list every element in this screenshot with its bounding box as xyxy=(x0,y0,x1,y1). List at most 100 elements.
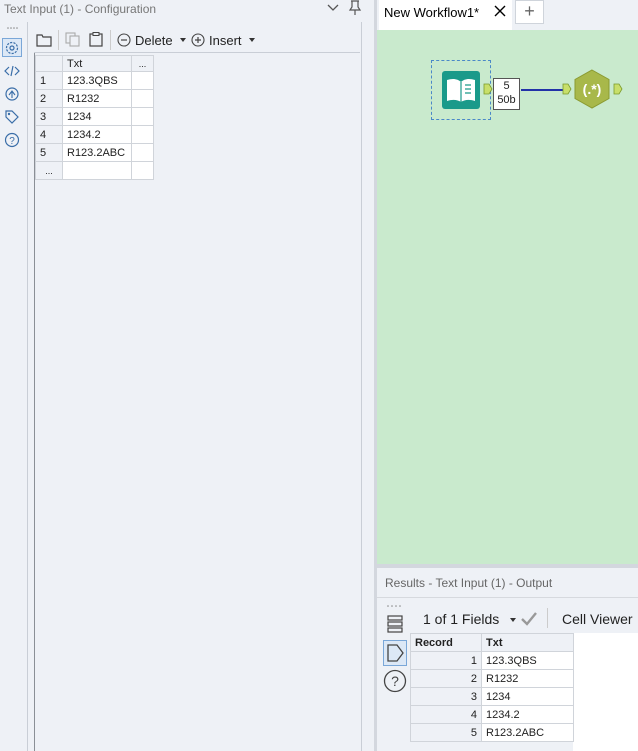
cell-viewer-dropdown[interactable]: Cell Viewer xyxy=(562,611,633,627)
table-row[interactable]: 5 R123.2ABC xyxy=(410,723,574,742)
toolbar-divider xyxy=(547,608,548,628)
config-panel-title: Text Input (1) - Configuration xyxy=(4,2,157,16)
svg-text:?: ? xyxy=(9,136,15,147)
column-header-txt[interactable]: Txt xyxy=(62,55,132,72)
input-anchor-icon[interactable] xyxy=(562,83,572,95)
chevron-down-icon[interactable] xyxy=(326,1,340,15)
table-row: 3 1234 xyxy=(35,107,154,126)
grid-cell-empty[interactable] xyxy=(131,125,154,144)
regex-tool[interactable]: (.*) xyxy=(572,69,612,109)
record-number: 4 xyxy=(410,705,482,724)
row-number-header xyxy=(35,55,63,72)
row-number: 5 xyxy=(35,143,63,162)
connection-line[interactable] xyxy=(521,89,566,91)
minus-circle-icon xyxy=(117,33,131,47)
tag-icon[interactable] xyxy=(386,643,405,663)
insert-label: Insert xyxy=(209,32,242,48)
results-grid-background xyxy=(573,633,638,751)
help-icon[interactable]: ? xyxy=(383,669,407,693)
annotation-icon[interactable] xyxy=(4,86,20,102)
grid-cell[interactable]: 1234.2 xyxy=(62,125,132,144)
workflow-canvas[interactable] xyxy=(377,30,638,564)
record-number: 5 xyxy=(410,723,482,742)
column-header-txt[interactable]: Txt xyxy=(481,633,574,652)
table-row[interactable]: 1 123.3QBS xyxy=(410,651,574,670)
plus-circle-icon xyxy=(191,33,205,47)
fields-label: 1 of 1 Fields xyxy=(423,611,500,627)
help-icon[interactable]: ? xyxy=(4,132,20,148)
clipboard-icon[interactable] xyxy=(89,32,103,47)
copy-icon[interactable] xyxy=(65,32,80,47)
fields-dropdown[interactable]: 1 of 1 Fields xyxy=(423,611,517,627)
output-anchor-icon[interactable] xyxy=(613,83,623,95)
delete-button[interactable]: Delete xyxy=(117,31,187,49)
code-icon[interactable] xyxy=(4,63,20,79)
table-row: 1 123.3QBS xyxy=(35,71,154,90)
tab-label: New Workflow1* xyxy=(384,5,480,20)
delete-label: Delete xyxy=(135,32,173,48)
grid-header-row: Txt ... xyxy=(35,55,154,72)
cell-value[interactable]: R123.2ABC xyxy=(481,723,574,742)
toolbar-divider xyxy=(110,30,111,50)
record-number: 3 xyxy=(410,687,482,706)
folder-icon[interactable] xyxy=(36,32,52,47)
book-icon xyxy=(442,71,480,109)
row-number: 3 xyxy=(35,107,63,126)
grid-cell-empty[interactable] xyxy=(131,143,154,162)
row-number: 2 xyxy=(35,89,63,108)
insert-button[interactable]: Insert xyxy=(191,31,256,49)
check-icon[interactable] xyxy=(520,611,538,626)
row-number: 4 xyxy=(35,125,63,144)
grid-cell-empty[interactable] xyxy=(131,89,154,108)
table-row[interactable]: 3 1234 xyxy=(410,687,574,706)
gear-icon[interactable] xyxy=(4,40,20,56)
cell-value[interactable]: R1232 xyxy=(481,669,574,688)
add-tab-button[interactable]: + xyxy=(515,0,544,24)
table-row: 4 1234.2 xyxy=(35,125,154,144)
record-count: 5 xyxy=(503,80,510,92)
cell-value[interactable]: 1234 xyxy=(481,687,574,706)
cell-viewer-label: Cell Viewer xyxy=(562,611,633,627)
dropdown-arrow-icon xyxy=(510,618,517,623)
results-header-row: Record Txt xyxy=(410,633,574,652)
text-input-grid: Txt ... 1 123.3QBS 2 R1232 3 1234 4 1234… xyxy=(35,55,154,180)
results-title: Results - Text Input (1) - Output xyxy=(385,576,553,590)
results-title-separator xyxy=(377,597,638,598)
grid-cell-empty[interactable] xyxy=(131,107,154,126)
pin-icon[interactable] xyxy=(348,0,362,16)
table-row: 5 R123.2ABC xyxy=(35,143,154,162)
grid-cell-empty[interactable] xyxy=(62,161,132,180)
tag-icon[interactable] xyxy=(4,109,20,125)
grid-cell[interactable]: 1234 xyxy=(62,107,132,126)
list-view-icon[interactable] xyxy=(386,614,404,634)
grid-cell-empty[interactable] xyxy=(131,161,154,180)
table-row[interactable]: 2 R1232 xyxy=(410,669,574,688)
add-column-header[interactable]: ... xyxy=(131,55,154,72)
dropdown-arrow-icon xyxy=(248,38,255,42)
record-number: 1 xyxy=(410,651,482,670)
results-grid: Record Txt 1 123.3QBS 2 R1232 3 1234 4 1… xyxy=(410,633,574,742)
new-row: ... xyxy=(35,161,154,180)
record-number: 2 xyxy=(410,669,482,688)
cell-value[interactable]: 123.3QBS xyxy=(481,651,574,670)
toolbar-separator xyxy=(34,52,360,53)
svg-text:?: ? xyxy=(391,673,399,689)
cell-value[interactable]: 1234.2 xyxy=(481,705,574,724)
row-number: 1 xyxy=(35,71,63,90)
grid-cell-empty[interactable] xyxy=(131,71,154,90)
toolbar-divider xyxy=(58,30,59,50)
output-anchor-icon[interactable] xyxy=(483,83,493,95)
grip-dots-icon xyxy=(387,605,401,607)
data-size: 50b xyxy=(497,94,516,106)
grid-cell[interactable]: 123.3QBS xyxy=(62,71,132,90)
column-header-record[interactable]: Record xyxy=(410,633,482,652)
regex-tool-label: (.*) xyxy=(583,81,602,97)
dropdown-arrow-icon xyxy=(179,38,186,42)
grip-dots-icon xyxy=(7,27,18,29)
table-row: 2 R1232 xyxy=(35,89,154,108)
grid-cell[interactable]: R123.2ABC xyxy=(62,143,132,162)
close-icon[interactable] xyxy=(494,5,506,17)
grid-cell[interactable]: R1232 xyxy=(62,89,132,108)
new-row-marker: ... xyxy=(35,161,63,180)
table-row[interactable]: 4 1234.2 xyxy=(410,705,574,724)
